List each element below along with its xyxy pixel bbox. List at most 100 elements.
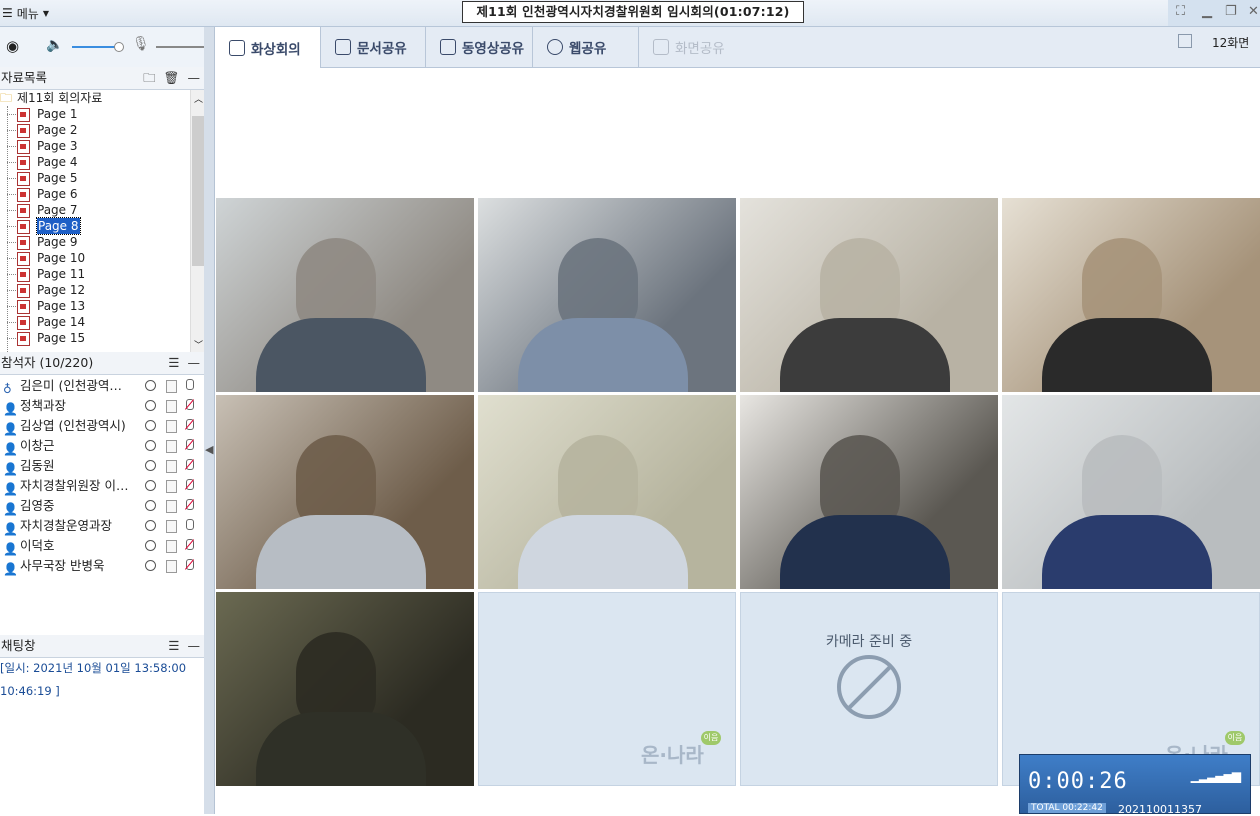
- mic-muted-icon[interactable]: [186, 399, 194, 410]
- mic-volume-slider[interactable]: [156, 46, 204, 48]
- tree-page-item[interactable]: Page 11: [0, 266, 190, 282]
- participant-video[interactable]: [478, 198, 736, 392]
- participant-row[interactable]: 👤 자치경찰운영과장: [0, 516, 204, 536]
- camera-status-icon[interactable]: [145, 560, 156, 571]
- folder-icon: 🗀: [0, 91, 13, 105]
- document-permission-icon[interactable]: [166, 380, 177, 393]
- participant-video[interactable]: [216, 198, 474, 392]
- tab-video-conference[interactable]: 화상회의: [215, 27, 321, 68]
- camera-status-icon[interactable]: [145, 380, 156, 391]
- signal-bars-icon: ▁▂▃▄▅▆: [1190, 769, 1241, 783]
- tree-page-item[interactable]: Page 15: [0, 330, 190, 346]
- participant-row[interactable]: 👤 김동원: [0, 456, 204, 476]
- close-icon[interactable]: ✕: [1248, 4, 1259, 19]
- tab-web-share[interactable]: 웹공유: [533, 27, 639, 67]
- camera-status-icon[interactable]: [145, 540, 156, 551]
- participant-video[interactable]: [216, 395, 474, 589]
- tree-page-item[interactable]: Page 6: [0, 186, 190, 202]
- mic-icon[interactable]: [186, 379, 194, 390]
- tree-page-item[interactable]: Page 12: [0, 282, 190, 298]
- camera-status-icon[interactable]: [145, 440, 156, 451]
- mic-muted-icon[interactable]: [186, 439, 194, 450]
- collapse-icon[interactable]: —: [188, 635, 201, 657]
- webcam-icon[interactable]: ◉: [6, 37, 19, 55]
- participant-video[interactable]: [216, 592, 474, 786]
- tree-page-item[interactable]: Page 2: [0, 122, 190, 138]
- minimize-icon[interactable]: ▁: [1202, 4, 1212, 19]
- speaker-icon[interactable]: 🔈: [46, 37, 63, 53]
- participant-video[interactable]: [478, 395, 736, 589]
- tree-page-item[interactable]: Page 7: [0, 202, 190, 218]
- tree-page-item[interactable]: Page 5: [0, 170, 190, 186]
- mic-muted-icon[interactable]: [186, 559, 194, 570]
- camera-status-icon[interactable]: [145, 400, 156, 411]
- document-permission-icon[interactable]: [166, 440, 177, 453]
- tab-screen-share[interactable]: 화면공유: [639, 27, 749, 67]
- tree-page-item[interactable]: Page 1: [0, 106, 190, 122]
- document-permission-icon[interactable]: [166, 540, 177, 553]
- tree-page-item[interactable]: Page 3: [0, 138, 190, 154]
- panel-splitter[interactable]: [204, 27, 215, 814]
- camera-status-icon[interactable]: [145, 460, 156, 471]
- camera-status-icon[interactable]: [145, 500, 156, 511]
- folder-label: 제11회 회의자료: [17, 91, 103, 105]
- restore-icon[interactable]: ❐: [1225, 4, 1237, 19]
- speaker-volume-slider[interactable]: [72, 42, 124, 52]
- collapse-icon[interactable]: —: [188, 352, 201, 374]
- mic-muted-icon[interactable]: [186, 479, 194, 490]
- participant-name: 김상엽 (인천광역시): [20, 418, 126, 433]
- document-permission-icon[interactable]: [166, 500, 177, 513]
- list-menu-icon[interactable]: ☰: [168, 352, 179, 374]
- document-permission-icon[interactable]: [166, 480, 177, 493]
- participant-row[interactable]: 👤 사무국장 반병욱: [0, 556, 204, 576]
- mic-muted-icon[interactable]: [186, 459, 194, 470]
- mic-icon[interactable]: [186, 519, 194, 530]
- document-permission-icon[interactable]: [166, 400, 177, 413]
- document-permission-icon[interactable]: [166, 420, 177, 433]
- chevron-left-icon[interactable]: ◀: [205, 443, 213, 456]
- tab-video-share[interactable]: 동영상공유: [426, 27, 533, 67]
- trash-icon[interactable]: 🗑: [164, 67, 180, 89]
- tree-page-item[interactable]: Page 14: [0, 314, 190, 330]
- participant-row[interactable]: 👤 이창근: [0, 436, 204, 456]
- tree-page-item[interactable]: Page 4: [0, 154, 190, 170]
- layout-label[interactable]: 12화면: [1212, 34, 1249, 51]
- page-label: Page 3: [37, 139, 78, 153]
- tree-folder[interactable]: 🗀 제11회 회의자료: [0, 90, 190, 106]
- materials-scrollbar[interactable]: ︿ ﹀: [190, 90, 205, 352]
- pdf-page-icon: [17, 284, 30, 298]
- microphone-icon[interactable]: 🎙: [132, 36, 150, 52]
- document-permission-icon[interactable]: [166, 560, 177, 573]
- fullscreen-icon[interactable]: ⛶: [1176, 4, 1185, 19]
- folder-icon[interactable]: 🗀: [143, 67, 156, 89]
- document-permission-icon[interactable]: [166, 460, 177, 473]
- menu-button[interactable]: ☰ 메뉴 ▼: [2, 4, 49, 22]
- tab-document-share[interactable]: 문서공유: [321, 27, 426, 67]
- participant-row[interactable]: 👤 김상엽 (인천광역시): [0, 416, 204, 436]
- tree-page-item[interactable]: Page 9: [0, 234, 190, 250]
- empty-video-slot[interactable]: 온·나라이음: [478, 592, 736, 786]
- participant-video[interactable]: [740, 198, 998, 392]
- participant-video[interactable]: [1002, 198, 1260, 392]
- empty-video-slot[interactable]: 카메라 준비 중: [740, 592, 998, 786]
- participant-video[interactable]: [1002, 395, 1260, 589]
- document-permission-icon[interactable]: [166, 520, 177, 533]
- tree-page-item[interactable]: Page 13: [0, 298, 190, 314]
- participant-video[interactable]: [740, 395, 998, 589]
- participant-row[interactable]: 👤 자치경찰위원장 이…: [0, 476, 204, 496]
- mic-muted-icon[interactable]: [186, 419, 194, 430]
- list-menu-icon[interactable]: ☰: [168, 635, 179, 657]
- mic-muted-icon[interactable]: [186, 539, 194, 550]
- participant-row[interactable]: ♁ 김은미 (인천광역…: [0, 376, 204, 396]
- tree-page-item[interactable]: Page 10: [0, 250, 190, 266]
- participant-row[interactable]: 👤 김영중: [0, 496, 204, 516]
- mic-muted-icon[interactable]: [186, 499, 194, 510]
- tree-page-item[interactable]: Page 8: [0, 217, 190, 235]
- grid-layout-icon[interactable]: [1178, 34, 1192, 48]
- participant-row[interactable]: 👤 정책과장: [0, 396, 204, 416]
- camera-status-icon[interactable]: [145, 480, 156, 491]
- camera-status-icon[interactable]: [145, 520, 156, 531]
- camera-status-icon[interactable]: [145, 420, 156, 431]
- collapse-icon[interactable]: —: [188, 67, 201, 89]
- participant-row[interactable]: 👤 이덕호: [0, 536, 204, 556]
